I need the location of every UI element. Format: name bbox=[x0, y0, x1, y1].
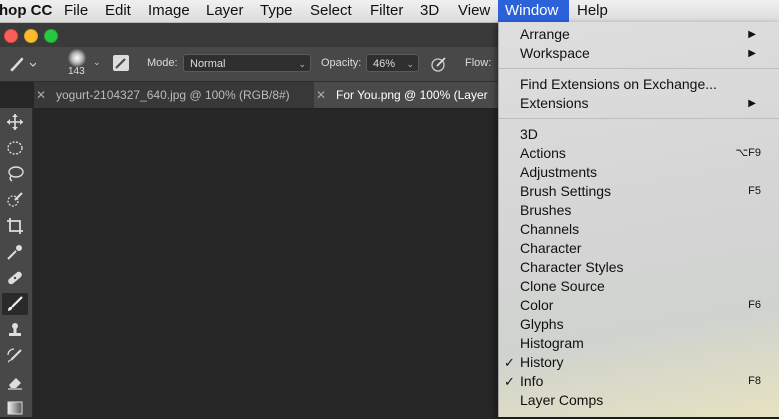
quick-select-tool[interactable] bbox=[2, 189, 28, 211]
menu-item-find-extensions[interactable]: Find Extensions on Exchange... bbox=[520, 75, 717, 94]
healing-icon bbox=[8, 271, 22, 285]
shortcut-color: F6 bbox=[748, 299, 761, 311]
zoom-window-button[interactable] bbox=[44, 29, 58, 43]
shortcut-brush-settings: F5 bbox=[748, 185, 761, 197]
menu-view[interactable]: View bbox=[451, 0, 497, 22]
menu-app-name[interactable]: hop CC bbox=[0, 0, 59, 22]
history-brush-tool[interactable] bbox=[2, 345, 28, 367]
close-icon[interactable]: ✕ bbox=[34, 82, 48, 108]
tab-label: yogurt-2104327_640.jpg @ 100% (RGB/8#) bbox=[56, 88, 290, 102]
menu-edit[interactable]: Edit bbox=[98, 0, 138, 22]
menu-item-histogram[interactable]: Histogram bbox=[520, 334, 584, 353]
menu-item-extensions[interactable]: Extensions bbox=[520, 94, 588, 113]
menu-layer[interactable]: Layer bbox=[199, 0, 251, 22]
window-title-bar bbox=[0, 23, 498, 47]
menu-item-clone-source[interactable]: Clone Source bbox=[520, 277, 605, 296]
checkmark-icon: ✓ bbox=[504, 355, 515, 370]
tab-label: For You.png @ 100% (Layer bbox=[336, 88, 488, 102]
minimize-window-button[interactable] bbox=[24, 29, 38, 43]
opacity-label: Opacity: bbox=[321, 57, 362, 69]
menu-separator bbox=[499, 118, 779, 119]
menu-item-channels[interactable]: Channels bbox=[520, 220, 579, 239]
stamp-tool[interactable] bbox=[2, 319, 28, 341]
mode-value: Normal bbox=[190, 58, 226, 70]
checkmark-icon: ✓ bbox=[504, 374, 515, 389]
menu-item-actions[interactable]: Actions bbox=[520, 144, 566, 163]
mode-select[interactable]: Normal ⌄ bbox=[183, 54, 311, 72]
eyedropper-icon bbox=[7, 245, 22, 260]
brush-size-label: 143 bbox=[68, 66, 85, 77]
menu-item-brushes[interactable]: Brushes bbox=[520, 201, 571, 220]
submenu-arrow-icon: ▶ bbox=[748, 29, 756, 40]
menu-image[interactable]: Image bbox=[141, 0, 197, 22]
brush-tool[interactable] bbox=[2, 293, 28, 315]
menu-filter[interactable]: Filter bbox=[363, 0, 410, 22]
eyedropper-tool[interactable] bbox=[2, 241, 28, 263]
options-bar: 143 ⌄ Mode: Normal ⌄ Opacity: 46% ⌄ Flow… bbox=[0, 47, 498, 82]
menu-item-workspace[interactable]: Workspace bbox=[520, 44, 590, 63]
menu-item-glyphs[interactable]: Glyphs bbox=[520, 315, 564, 334]
menu-select[interactable]: Select bbox=[303, 0, 359, 22]
chevron-down-icon: ⌄ bbox=[406, 59, 414, 69]
lasso-tool[interactable] bbox=[2, 163, 28, 185]
menu-3d[interactable]: 3D bbox=[413, 0, 446, 22]
menu-item-layer-comps[interactable]: Layer Comps bbox=[520, 391, 603, 410]
chevron-down-icon[interactable]: ⌄ bbox=[93, 57, 101, 68]
menu-item-brush-settings[interactable]: Brush Settings bbox=[520, 182, 611, 201]
mode-label: Mode: bbox=[147, 57, 178, 69]
menu-item-character-styles[interactable]: Character Styles bbox=[520, 258, 623, 277]
menu-type[interactable]: Type bbox=[253, 0, 300, 22]
flow-label: Flow: bbox=[465, 57, 492, 69]
shortcut-actions: ⌥F9 bbox=[735, 147, 761, 159]
move-tool[interactable] bbox=[2, 111, 28, 133]
crop-icon bbox=[7, 218, 23, 234]
close-icon[interactable]: ✕ bbox=[314, 82, 328, 108]
menu-help[interactable]: Help bbox=[570, 0, 615, 22]
menu-item-arrange[interactable]: Arrange bbox=[520, 25, 570, 44]
crop-tool[interactable] bbox=[2, 215, 28, 237]
brush-tool-preset-icon[interactable] bbox=[8, 55, 37, 76]
canvas-area[interactable] bbox=[33, 109, 498, 417]
menu-item-info[interactable]: Info bbox=[520, 372, 543, 391]
stamp-icon bbox=[9, 323, 21, 336]
tab-for-you-document[interactable]: ✕ For You.png @ 100% (Layer bbox=[314, 82, 498, 108]
menu-item-history[interactable]: History bbox=[520, 353, 564, 372]
marquee-tool[interactable] bbox=[2, 137, 28, 159]
gradient-icon bbox=[7, 401, 23, 415]
close-window-button[interactable] bbox=[4, 29, 18, 43]
brush-panel-toggle-icon[interactable] bbox=[113, 55, 129, 71]
submenu-arrow-icon: ▶ bbox=[748, 98, 756, 109]
marquee-icon bbox=[7, 141, 23, 155]
menu-item-color[interactable]: Color bbox=[520, 296, 553, 315]
eraser-icon bbox=[8, 378, 22, 390]
quick-select-icon bbox=[7, 192, 23, 207]
menu-bar: hop CC File Edit Image Layer Type Select… bbox=[0, 0, 779, 23]
window-menu-dropdown: Arrange ▶ Workspace ▶ Find Extensions on… bbox=[498, 22, 779, 417]
brush-icon bbox=[8, 296, 23, 311]
tab-yogurt-document[interactable]: ✕ yogurt-2104327_640.jpg @ 100% (RGB/8#) bbox=[34, 82, 312, 108]
tools-panel bbox=[0, 108, 33, 417]
pressure-opacity-icon[interactable] bbox=[430, 55, 448, 76]
shortcut-info: F8 bbox=[748, 375, 761, 387]
eraser-tool[interactable] bbox=[2, 371, 28, 393]
menu-file[interactable]: File bbox=[57, 0, 95, 22]
history-brush-icon bbox=[7, 348, 22, 363]
lasso-icon bbox=[8, 166, 24, 182]
opacity-value: 46% bbox=[373, 58, 396, 70]
menu-item-character[interactable]: Character bbox=[520, 239, 581, 258]
document-tab-bar: ✕ yogurt-2104327_640.jpg @ 100% (RGB/8#) … bbox=[34, 82, 498, 109]
menu-window[interactable]: Window bbox=[498, 0, 569, 22]
healing-tool[interactable] bbox=[2, 267, 28, 289]
gradient-tool[interactable] bbox=[2, 397, 28, 419]
move-icon bbox=[7, 114, 23, 130]
submenu-arrow-icon: ▶ bbox=[748, 48, 756, 59]
brush-preview-icon[interactable] bbox=[68, 49, 86, 67]
opacity-input[interactable]: 46% ⌄ bbox=[366, 54, 419, 72]
menu-separator bbox=[499, 68, 779, 69]
chevron-down-icon: ⌄ bbox=[298, 59, 306, 69]
menu-item-adjustments[interactable]: Adjustments bbox=[520, 163, 597, 182]
menu-item-3d[interactable]: 3D bbox=[520, 125, 538, 144]
